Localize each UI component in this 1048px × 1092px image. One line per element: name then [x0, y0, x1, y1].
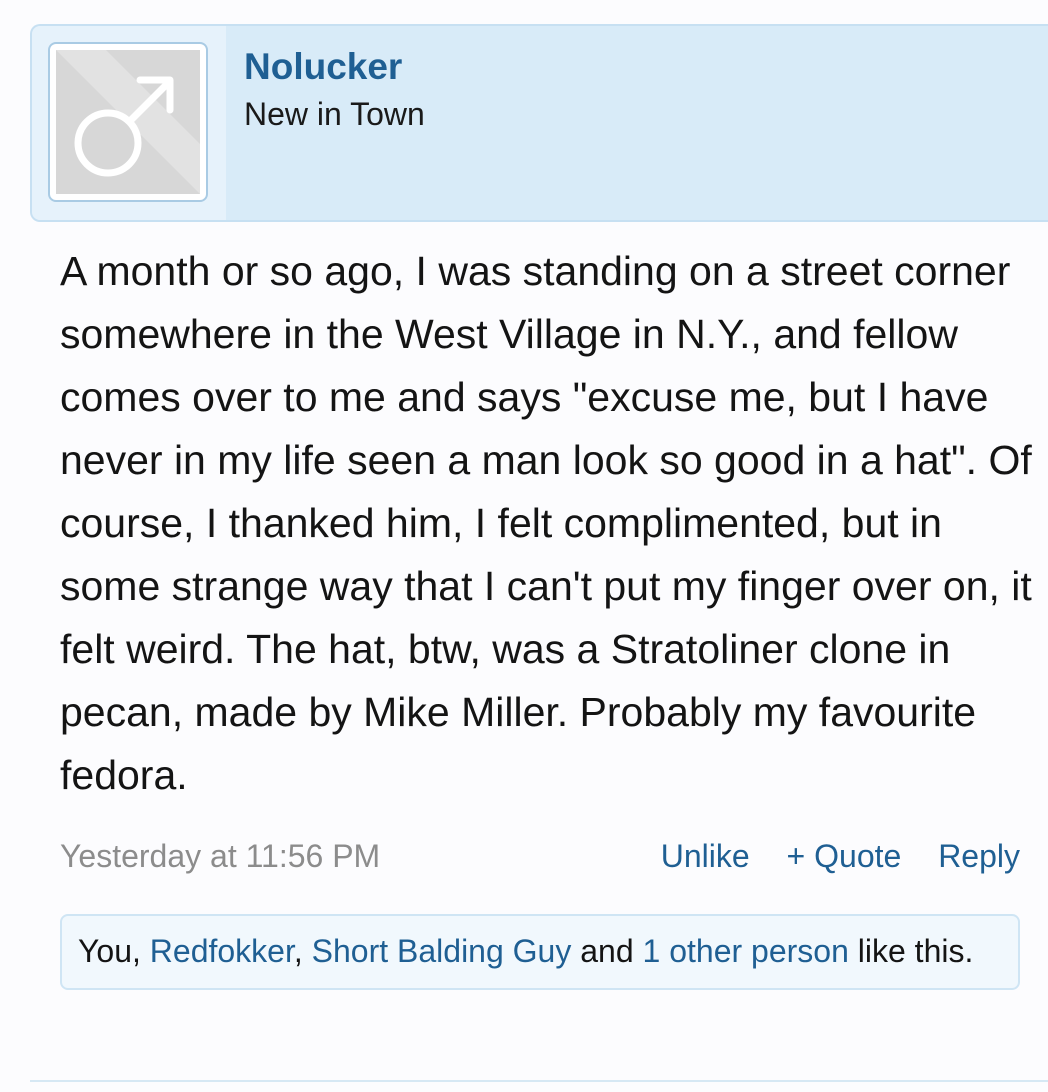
likes-suffix: like this. [848, 933, 974, 969]
male-symbol-icon [56, 50, 200, 194]
message-body: A month or so ago, I was standing on a s… [60, 248, 1032, 798]
post-date[interactable]: Yesterday at 11:56 PM [60, 838, 380, 875]
forum-post: Nolucker New in Town A month or so ago, … [30, 24, 1048, 1082]
quote-button[interactable]: + Quote [787, 838, 902, 874]
likes-prefix: You, [78, 933, 150, 969]
post-actions: Unlike + Quote Reply [633, 838, 1020, 875]
username-link[interactable]: Nolucker [244, 46, 402, 88]
avatar-image [56, 50, 200, 194]
post-divider [30, 1080, 1048, 1082]
post-user-header: Nolucker New in Town [30, 24, 1048, 222]
unlike-button[interactable]: Unlike [661, 838, 750, 874]
user-title: New in Town [244, 96, 425, 132]
likes-summary: You, Redfokker, Short Balding Guy and 1 … [60, 914, 1020, 990]
message-meta: Yesterday at 11:56 PM Unlike + Quote Rep… [60, 836, 1020, 880]
other-likers-link[interactable]: 1 other person [643, 933, 849, 969]
reply-button[interactable]: Reply [938, 838, 1020, 874]
avatar-panel [32, 26, 226, 220]
avatar[interactable] [48, 42, 208, 202]
liker-link-short-balding-guy[interactable]: Short Balding Guy [312, 933, 572, 969]
liker-link-redfokker[interactable]: Redfokker [150, 933, 294, 969]
likes-and: and [571, 933, 643, 969]
likes-separator: , [293, 933, 312, 969]
